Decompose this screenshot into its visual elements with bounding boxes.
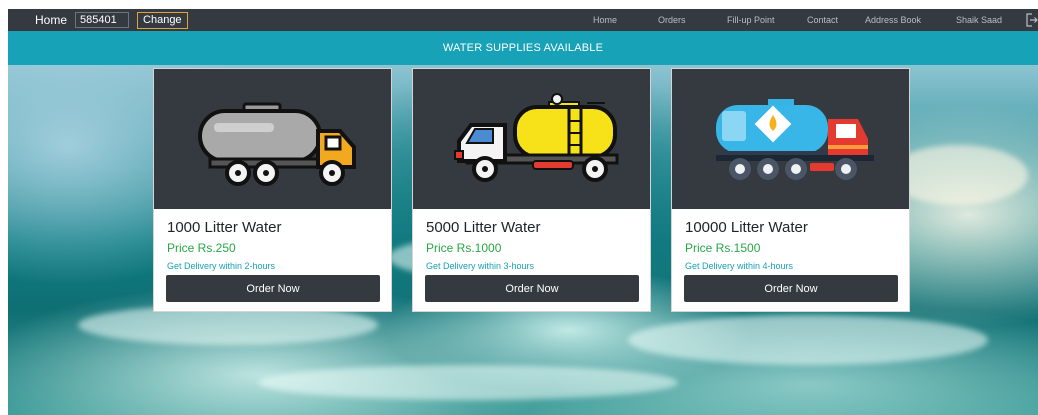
grey-tanker-truck-icon xyxy=(197,102,356,186)
product-card-1000-litre: 1000 Litter Water Price Rs.250 Get Deliv… xyxy=(153,68,392,312)
delivery-time: Get Delivery within 3-hours xyxy=(426,261,535,271)
product-title: 1000 Litter Water xyxy=(167,219,282,236)
order-now-button[interactable]: Order Now xyxy=(166,275,380,302)
product-title: 10000 Litter Water xyxy=(685,219,808,236)
card-image xyxy=(154,69,391,209)
blue-tanker-truck-icon xyxy=(715,99,874,180)
nav-links: Home Orders Fill-up Point Contact Addres… xyxy=(8,9,1038,31)
card-image xyxy=(672,69,909,209)
product-card-10000-litre: 10000 Litter Water Price Rs.1500 Get Del… xyxy=(671,68,910,312)
nav-link-user-profile[interactable]: Shaik Saad xyxy=(956,15,1002,25)
product-price: Price Rs.1000 xyxy=(426,241,502,255)
order-now-button[interactable]: Order Now xyxy=(425,275,639,302)
nav-link-fill-up-point[interactable]: Fill-up Point xyxy=(727,15,775,25)
nav-link-home[interactable]: Home xyxy=(593,15,617,25)
product-card-5000-litre: 5000 Litter Water Price Rs.1000 Get Deli… xyxy=(412,68,651,312)
nav-link-orders[interactable]: Orders xyxy=(658,15,686,25)
product-price: Price Rs.1500 xyxy=(685,241,761,255)
nav-link-contact[interactable]: Contact xyxy=(807,15,838,25)
top-navbar: Home Change Home Orders Fill-up Point Co… xyxy=(8,9,1038,31)
delivery-time: Get Delivery within 4-hours xyxy=(685,261,794,271)
product-price: Price Rs.250 xyxy=(167,241,236,255)
delivery-time: Get Delivery within 2-hours xyxy=(167,261,276,271)
nav-link-address-book[interactable]: Address Book xyxy=(865,15,921,25)
availability-banner: WATER SUPPLIES AVAILABLE xyxy=(8,31,1038,65)
logout-icon[interactable] xyxy=(1026,13,1038,27)
card-image xyxy=(413,69,650,209)
yellow-tanker-truck-icon xyxy=(453,93,618,182)
order-now-button[interactable]: Order Now xyxy=(684,275,898,302)
product-title: 5000 Litter Water xyxy=(426,219,541,236)
